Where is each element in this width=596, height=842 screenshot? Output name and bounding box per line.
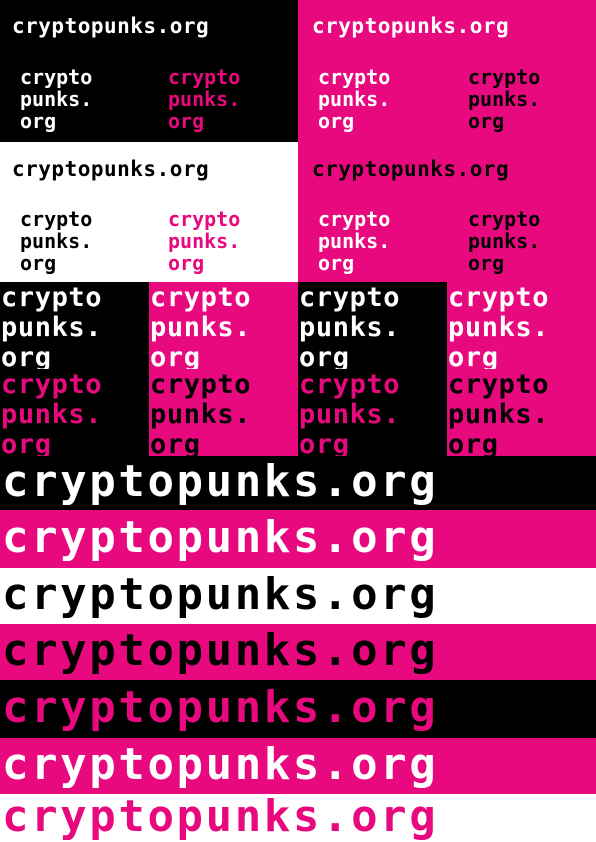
stack-line: punks. [1,399,103,430]
wordmark-band: cryptopunks.org [0,510,596,568]
stack-line: punks. [1,312,103,343]
stack-line: punks. [468,229,541,253]
stacked-wordmark: crypto punks. org [448,282,550,370]
stack-line: crypto [299,282,401,313]
stack-line: punks. [318,229,391,253]
stack-line: punks. [318,87,391,111]
stack-line: org [468,251,505,275]
band-wordmark: cryptopunks.org [2,794,439,842]
wordmark-tile: crypto punks. org [149,282,298,369]
quadrant-top-left: cryptopunks.org crypto punks. org crypto… [0,0,298,142]
stack-line: punks. [150,399,252,430]
wordmark-tile: crypto punks. org [298,282,447,369]
stack-line: crypto [318,207,391,231]
wordmark-tile: crypto punks. org [149,369,298,456]
quadrant-mid-left: cryptopunks.org crypto punks. org crypto… [0,142,298,282]
stack-line: punks. [448,312,550,343]
stack-line: org [318,109,355,133]
stack-line: org [468,109,505,133]
wordmark-band: cryptopunks.org [0,624,596,680]
wordmark-tile: crypto punks. org [0,369,149,456]
stack-line: crypto [20,65,93,89]
stack-line: org [168,251,205,275]
wordmark-band: cryptopunks.org [0,568,596,624]
stacked-logo-magenta: crypto punks. org [168,66,240,132]
wordmark-band: cryptopunks.org [0,456,596,510]
stack-line: punks. [20,229,93,253]
stack-line: org [150,342,201,370]
stacked-wordmark: crypto punks. org [150,369,252,457]
stack-line: punks. [168,87,241,111]
quadrant-mid-right: cryptopunks.org crypto punks. org crypto… [298,142,596,282]
stack-line: crypto [168,207,241,231]
wordmark-band: cryptopunks.org [0,794,596,842]
stacked-logo-white: crypto punks. org [318,208,390,274]
quadrant-top-right: cryptopunks.org crypto punks. org crypto… [298,0,596,142]
stacked-logo-black: crypto punks. org [20,208,92,274]
domain-line: cryptopunks.org [12,157,210,181]
stack-line: org [299,342,350,370]
stack-line: crypto [468,65,541,89]
stack-line: crypto [318,65,391,89]
poster: cryptopunks.org crypto punks. org crypto… [0,0,596,842]
band-wordmark: cryptopunks.org [2,682,439,733]
stack-line: org [20,109,57,133]
stack-line: org [150,429,201,457]
band-wordmark: cryptopunks.org [2,512,439,563]
band-wordmark: cryptopunks.org [2,456,439,507]
wordmark-grid: crypto punks. org crypto punks. org crypto punk… [0,282,596,456]
stack-line: punks. [20,87,93,111]
stacked-logo-white: crypto punks. org [318,66,390,132]
stack-line: crypto [448,369,550,400]
stack-line: org [448,429,499,457]
wordmark-band: cryptopunks.org [0,680,596,738]
stacked-logo-white: crypto punks. org [20,66,92,132]
stack-line: crypto [20,207,93,231]
stacked-wordmark: crypto punks. org [299,282,401,370]
stack-line: punks. [168,229,241,253]
stack-line: crypto [468,207,541,231]
stacked-wordmark: crypto punks. org [150,282,252,370]
stacked-logo-black: crypto punks. org [468,66,540,132]
stack-line: crypto [1,369,103,400]
wordmark-tile: crypto punks. org [0,282,149,369]
band-wordmark: cryptopunks.org [2,569,439,620]
wordmark-tile: crypto punks. org [298,369,447,456]
wordmark-tile: crypto punks. org [447,282,596,369]
stack-line: crypto [448,282,550,313]
domain-line: cryptopunks.org [312,14,510,38]
stack-line: org [168,109,205,133]
stack-line: punks. [448,399,550,430]
stacked-wordmark: crypto punks. org [1,282,103,370]
stack-line: crypto [150,282,252,313]
stacked-logo-black: crypto punks. org [468,208,540,274]
domain-line: cryptopunks.org [12,14,210,38]
band-wordmark: cryptopunks.org [2,739,439,790]
stack-line: crypto [1,282,103,313]
stack-line: crypto [299,369,401,400]
stacked-wordmark: crypto punks. org [299,369,401,457]
stacked-wordmark: crypto punks. org [1,369,103,457]
stacked-wordmark: crypto punks. org [448,369,550,457]
stack-line: org [299,429,350,457]
stack-line: org [448,342,499,370]
stack-line: punks. [299,312,401,343]
band-wordmark: cryptopunks.org [2,625,439,676]
stack-line: crypto [150,369,252,400]
stack-line: org [318,251,355,275]
stacked-logo-magenta: crypto punks. org [168,208,240,274]
stack-line: punks. [150,312,252,343]
stack-line: org [1,429,52,457]
stack-line: org [20,251,57,275]
domain-line: cryptopunks.org [312,157,510,181]
stack-line: org [1,342,52,370]
wordmark-band: cryptopunks.org [0,738,596,794]
stack-line: punks. [468,87,541,111]
stack-line: punks. [299,399,401,430]
stack-line: crypto [168,65,241,89]
wordmark-tile: crypto punks. org [447,369,596,456]
